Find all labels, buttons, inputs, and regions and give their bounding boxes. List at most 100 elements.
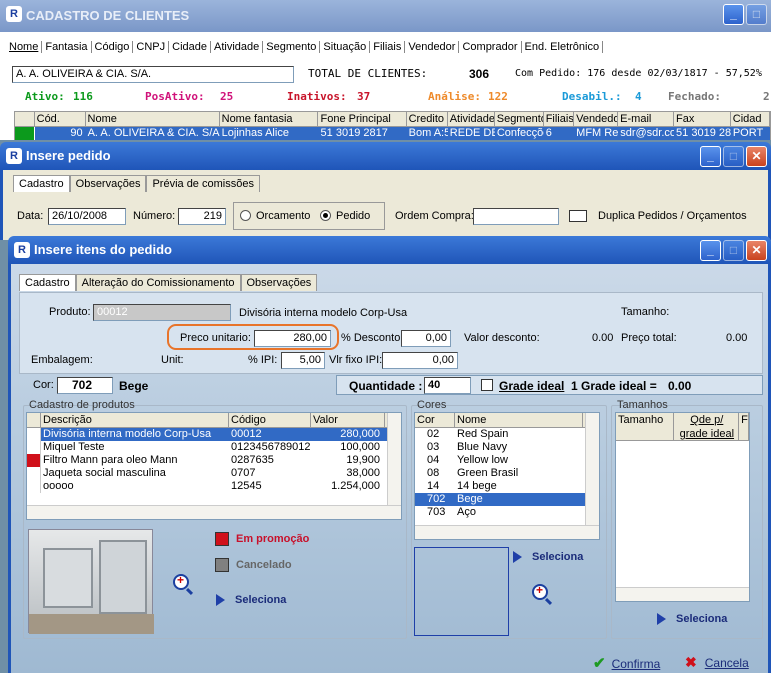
radio-pedido-label: Pedido [336, 210, 371, 222]
cor-code-cell: 702 [427, 493, 446, 505]
column-header[interactable]: Cód. [35, 112, 86, 126]
list-item[interactable]: 702 Bege [415, 493, 599, 506]
itens-tab-2[interactable]: Observações [240, 274, 318, 291]
column-header[interactable]: Descrição [41, 413, 229, 427]
table-row[interactable]: Divisória interna modelo Corp-Usa 00012 28… [27, 428, 401, 441]
tamanhos-hscrollbar[interactable] [616, 587, 749, 601]
embalagem-label: Embalagem: [31, 354, 93, 366]
produto-code-field[interactable]: 00012 [93, 304, 231, 321]
maximize-icon[interactable]: □ [723, 146, 744, 167]
menu-item-6[interactable]: Segmento [263, 41, 321, 53]
pedido-tab-0[interactable]: Cadastro [13, 175, 70, 192]
quantidade-field[interactable]: 40 [424, 377, 471, 394]
menu-item-10[interactable]: Comprador [459, 41, 522, 53]
column-header[interactable]: Cidad [731, 112, 770, 126]
column-header[interactable]: Segmento [495, 112, 544, 126]
column-header[interactable]: Filiais [544, 112, 575, 126]
close-icon[interactable]: ✕ [746, 240, 767, 261]
column-header[interactable]: Valor [311, 413, 385, 427]
table-row[interactable]: ooooo 12545 1.254,000 [27, 480, 401, 493]
column-header[interactable]: Credito [407, 112, 448, 126]
close-icon[interactable]: ✕ [746, 146, 767, 167]
radio-orcamento[interactable] [240, 210, 251, 221]
table-row[interactable]: Jaqueta social masculina 0707 38,000 [27, 467, 401, 480]
column-header[interactable]: Atividade [448, 112, 495, 126]
produtos-vscrollbar[interactable] [387, 413, 401, 519]
table-row[interactable]: Filtro Mann para oleo Mann 0287635 19,900 [27, 454, 401, 467]
menu-item-8[interactable]: Filiais [370, 41, 406, 53]
column-header[interactable]: Fax [674, 112, 731, 126]
column-header[interactable]: Vendedo [574, 112, 619, 126]
client-search-input[interactable]: A. A. OLIVEIRA & CIA. S/A. [12, 66, 294, 83]
table-row[interactable]: 90 A. A. OLIVEIRA & CIA. S/A. Lojinhas Ali… [15, 127, 770, 140]
seleciona-cor-button[interactable]: Seleciona [513, 551, 583, 564]
menu-item-7[interactable]: Situação [320, 41, 371, 53]
grade-ideal-checkbox-label[interactable]: Grade ideal [499, 379, 564, 393]
seleciona-tamanho-button[interactable]: Seleciona [657, 613, 727, 626]
ordem-compra-input[interactable] [473, 208, 559, 225]
menu-item-5[interactable]: Atividade [211, 41, 264, 53]
cancel-legend-label: Cancelado [236, 559, 292, 571]
vlr-ipi-field[interactable]: 0,00 [382, 352, 458, 369]
duplica-button[interactable]: Duplica Pedidos / Orçamentos [598, 210, 747, 222]
ipi-field[interactable]: 5,00 [281, 352, 325, 369]
table-row[interactable]: Miquel Teste 01234567890123 100,000 [27, 441, 401, 454]
radio-pedido[interactable] [320, 210, 331, 221]
f-column-header[interactable]: F [739, 413, 749, 440]
column-header[interactable]: Código [229, 413, 311, 427]
produto-desc-cell: ooooo [43, 480, 74, 492]
minimize-icon[interactable]: _ [723, 4, 744, 25]
column-header[interactable]: Nome [455, 413, 583, 427]
tamanho-column-header[interactable]: Tamanho [616, 413, 674, 440]
maximize-icon[interactable]: □ [723, 240, 744, 261]
itens-tab-0[interactable]: Cadastro [19, 274, 76, 291]
maximize-icon[interactable]: □ [746, 4, 767, 25]
menu-item-4[interactable]: Cidade [169, 41, 211, 53]
menu-item-3[interactable]: CNPJ [133, 41, 170, 53]
seleciona-produto-button[interactable]: Seleciona [216, 594, 286, 607]
list-item[interactable]: 08 Green Brasil [415, 467, 599, 480]
list-item[interactable]: 02 Red Spain [415, 428, 599, 441]
zoom-in-icon[interactable] [532, 583, 548, 600]
minimize-icon[interactable]: _ [700, 146, 721, 167]
menu-item-9[interactable]: Vendedor [405, 41, 460, 53]
column-header[interactable]: Nome fantasia [220, 112, 319, 126]
list-item[interactable]: 04 Yellow low [415, 454, 599, 467]
menu-item-11[interactable]: End. Eletrônico [522, 41, 604, 53]
numero-field[interactable]: 219 [178, 208, 226, 225]
radio-orcamento-label: Orcamento [256, 210, 311, 222]
produto-valor-cell: 19,900 [346, 454, 380, 466]
column-header[interactable]: E-mail [618, 112, 674, 126]
produtos-hscrollbar[interactable] [27, 505, 401, 519]
minimize-icon[interactable]: _ [700, 240, 721, 261]
cores-hscrollbar[interactable] [415, 525, 599, 539]
table-cell: Lojinhas Alice [221, 127, 289, 139]
grade-ideal-checkbox[interactable] [481, 379, 493, 391]
confirma-button[interactable]: ✔ Confirma [593, 654, 660, 672]
column-header[interactable]: Fone Principal [318, 112, 407, 126]
data-field[interactable]: 26/10/2008 [48, 208, 126, 225]
desconto-field[interactable]: 0,00 [401, 330, 451, 347]
column-header[interactable]: Nome [86, 112, 220, 126]
list-item[interactable]: 14 14 bege [415, 480, 599, 493]
cor-code-cell: 08 [427, 467, 440, 479]
arrow-right-icon [513, 551, 522, 564]
menu-item-0[interactable]: Nome [6, 41, 43, 53]
menu-item-2[interactable]: Código [92, 41, 134, 53]
menu-item-1[interactable]: Fantasia [42, 41, 92, 53]
pedido-tab-1[interactable]: Observações [69, 175, 147, 192]
main-window-titlebar: R CADASTRO DE CLIENTES _ □ [0, 0, 771, 32]
qde-column-header[interactable]: Qde p/ grade ideal [674, 413, 740, 440]
list-item[interactable]: 703 Aço [415, 506, 599, 519]
list-item[interactable]: 03 Blue Navy [415, 441, 599, 454]
itens-tab-1[interactable]: Alteração do Comissionamento [75, 274, 241, 291]
column-header[interactable]: Cor [415, 413, 455, 427]
zoom-in-icon[interactable] [173, 573, 189, 590]
cores-vscrollbar[interactable] [585, 413, 599, 539]
cor-code-field[interactable]: 702 [57, 377, 113, 394]
duplicate-icon[interactable] [569, 210, 587, 222]
preco-unitario-field[interactable]: 280,00 [254, 330, 331, 347]
cancela-button[interactable]: ✖ Cancela [685, 654, 749, 671]
pedido-tab-2[interactable]: Prévia de comissões [146, 175, 260, 192]
app-icon: R [6, 148, 22, 164]
